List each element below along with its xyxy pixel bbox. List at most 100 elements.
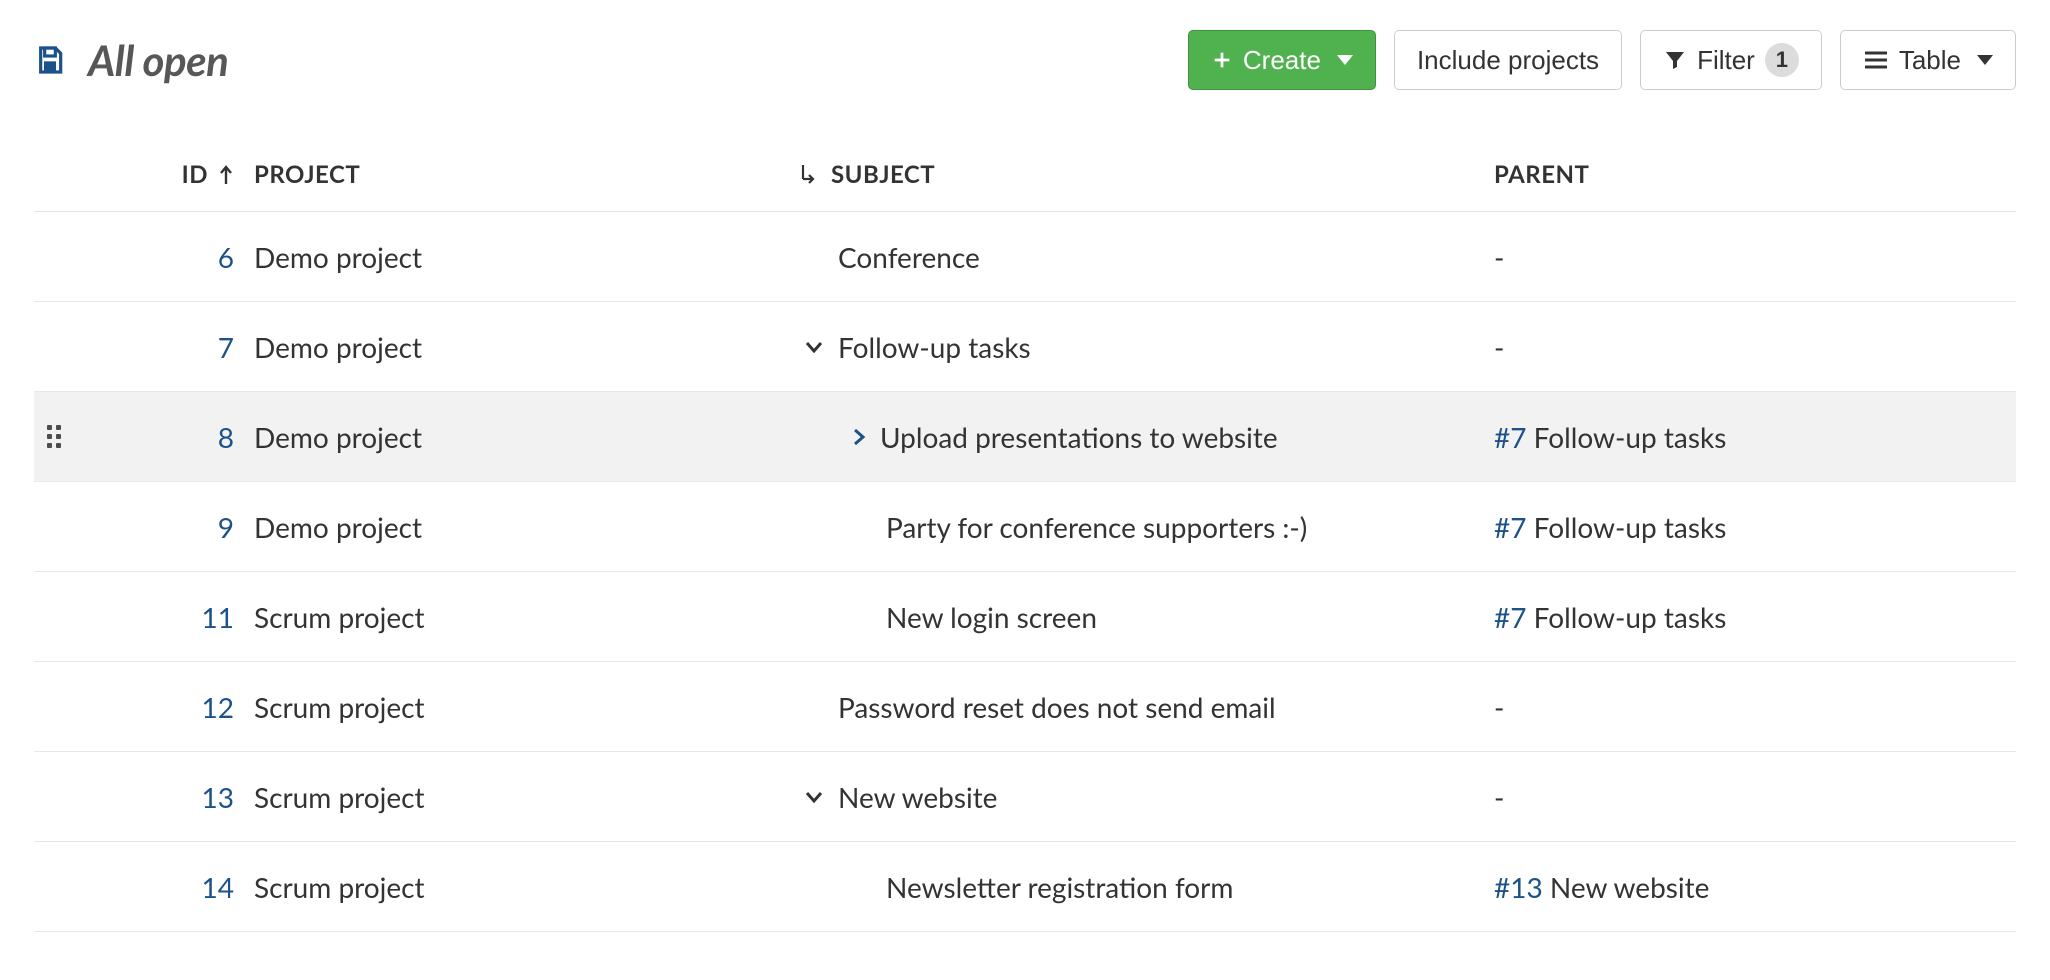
- create-button[interactable]: Create: [1188, 30, 1376, 90]
- table-row[interactable]: 12 Scrum project Password reset does not s…: [34, 662, 2016, 752]
- cell-subject: Follow-up tasks: [774, 330, 1494, 364]
- table-icon: [1863, 49, 1889, 71]
- include-projects-button[interactable]: Include projects: [1394, 30, 1622, 90]
- sort-asc-icon: [218, 164, 234, 186]
- cell-project: Scrum project: [254, 780, 774, 814]
- work-package-id-link[interactable]: 9: [218, 510, 234, 544]
- table-row[interactable]: 11 Scrum project New login screen #7 Follow…: [34, 572, 2016, 662]
- parent-link[interactable]: #7: [1494, 510, 1526, 544]
- cell-parent: -: [1494, 330, 2034, 364]
- caret-down-icon: [1337, 55, 1353, 65]
- expand-toggle-icon[interactable]: [852, 427, 866, 447]
- work-package-id-link[interactable]: 11: [202, 600, 234, 634]
- work-package-id-link[interactable]: 8: [218, 420, 234, 454]
- cell-id: 8: [74, 420, 254, 454]
- work-packages-table: ID PROJECT: [34, 150, 2016, 932]
- include-projects-label: Include projects: [1417, 47, 1599, 73]
- page-title: All open: [88, 35, 228, 85]
- header-bar: All open Create Include projects: [34, 30, 2016, 90]
- drag-handle[interactable]: [34, 425, 74, 448]
- cell-project: Demo project: [254, 240, 774, 274]
- cell-subject: New login screen: [774, 600, 1494, 634]
- cell-parent: #7 Follow-up tasks: [1494, 600, 2034, 634]
- table-header: ID PROJECT: [34, 150, 2016, 212]
- cell-project: Scrum project: [254, 870, 774, 904]
- header-left: All open: [34, 35, 228, 85]
- parent-link[interactable]: #7: [1494, 420, 1526, 454]
- collapse-toggle-icon[interactable]: [804, 790, 824, 804]
- cell-parent: #7 Follow-up tasks: [1494, 510, 2034, 544]
- work-package-id-link[interactable]: 14: [202, 870, 234, 904]
- cell-subject: Newsletter registration form: [774, 870, 1494, 904]
- cell-project: Demo project: [254, 420, 774, 454]
- cell-id: 9: [74, 510, 254, 544]
- table-row[interactable]: 14 Scrum project Newsletter registration f…: [34, 842, 2016, 932]
- subject-text[interactable]: Upload presentations to website: [880, 420, 1278, 454]
- caret-down-icon: [1977, 55, 1993, 65]
- create-label: Create: [1243, 47, 1321, 73]
- table-row[interactable]: 13Scrum projectNew website-: [34, 752, 2016, 842]
- cell-subject: New website: [774, 780, 1494, 814]
- collapse-toggle-icon[interactable]: [804, 340, 824, 354]
- subject-text[interactable]: Password reset does not send email: [838, 690, 1276, 724]
- parent-link[interactable]: #7: [1494, 600, 1526, 634]
- table-row[interactable]: 7Demo projectFollow-up tasks-: [34, 302, 2016, 392]
- table-row[interactable]: 9 Demo project Party for conference suppor…: [34, 482, 2016, 572]
- cell-parent: -: [1494, 780, 2034, 814]
- view-mode-button[interactable]: Table: [1840, 30, 2016, 90]
- cell-parent: #7 Follow-up tasks: [1494, 420, 2034, 454]
- cell-project: Scrum project: [254, 690, 774, 724]
- cell-project: Demo project: [254, 330, 774, 364]
- parent-text: Follow-up tasks: [1526, 420, 1726, 454]
- header-right: Create Include projects Filter 1: [1188, 30, 2016, 90]
- plus-icon: [1211, 49, 1233, 71]
- cell-subject: Conference: [774, 240, 1494, 274]
- column-header-id[interactable]: ID: [74, 160, 254, 189]
- cell-parent: -: [1494, 240, 2034, 274]
- subject-text[interactable]: Follow-up tasks: [838, 330, 1031, 364]
- parent-text: Follow-up tasks: [1526, 600, 1726, 634]
- filter-icon: [1663, 48, 1687, 72]
- column-header-subject[interactable]: SUBJECT: [774, 160, 1494, 189]
- cell-subject: Password reset does not send email: [774, 690, 1494, 724]
- filter-button[interactable]: Filter 1: [1640, 30, 1822, 90]
- cell-id: 7: [74, 330, 254, 364]
- cell-subject: Party for conference supporters :-): [774, 510, 1494, 544]
- view-mode-label: Table: [1899, 47, 1961, 73]
- work-package-id-link[interactable]: 7: [218, 330, 234, 364]
- work-package-id-link[interactable]: 12: [202, 690, 234, 724]
- cell-id: 6: [74, 240, 254, 274]
- table-body: 6Demo projectConference-7Demo projectFol…: [34, 212, 2016, 932]
- subject-text[interactable]: Conference: [838, 240, 980, 274]
- work-package-id-link[interactable]: 13: [202, 780, 234, 814]
- column-label: PROJECT: [254, 160, 360, 189]
- work-package-id-link[interactable]: 6: [218, 240, 234, 274]
- cell-subject: Upload presentations to website: [774, 420, 1494, 454]
- column-header-project[interactable]: PROJECT: [254, 160, 774, 189]
- cell-id: 14: [74, 870, 254, 904]
- cell-project: Demo project: [254, 510, 774, 544]
- filter-count-badge: 1: [1765, 43, 1799, 77]
- column-label: SUBJECT: [831, 160, 935, 189]
- hierarchy-icon: [799, 163, 821, 187]
- subject-text[interactable]: Party for conference supporters :-): [886, 510, 1307, 544]
- cell-id: 11: [74, 600, 254, 634]
- parent-text: Follow-up tasks: [1526, 510, 1726, 544]
- cell-project: Scrum project: [254, 600, 774, 634]
- cell-id: 13: [74, 780, 254, 814]
- column-header-parent[interactable]: PARENT: [1494, 160, 2034, 189]
- drag-handle-icon: [47, 425, 61, 448]
- column-label: PARENT: [1494, 160, 1589, 189]
- subject-text[interactable]: Newsletter registration form: [886, 870, 1233, 904]
- cell-parent: #13 New website: [1494, 870, 2034, 904]
- cell-id: 12: [74, 690, 254, 724]
- subject-text[interactable]: New website: [838, 780, 997, 814]
- column-label: ID: [182, 160, 208, 189]
- subject-text[interactable]: New login screen: [886, 600, 1097, 634]
- table-row[interactable]: 6Demo projectConference-: [34, 212, 2016, 302]
- parent-link[interactable]: #13: [1494, 870, 1543, 904]
- cell-parent: -: [1494, 690, 2034, 724]
- save-icon[interactable]: [34, 44, 66, 76]
- parent-text: New website: [1543, 870, 1710, 904]
- table-row[interactable]: 8 Demo project Upload presentations to web…: [34, 392, 2016, 482]
